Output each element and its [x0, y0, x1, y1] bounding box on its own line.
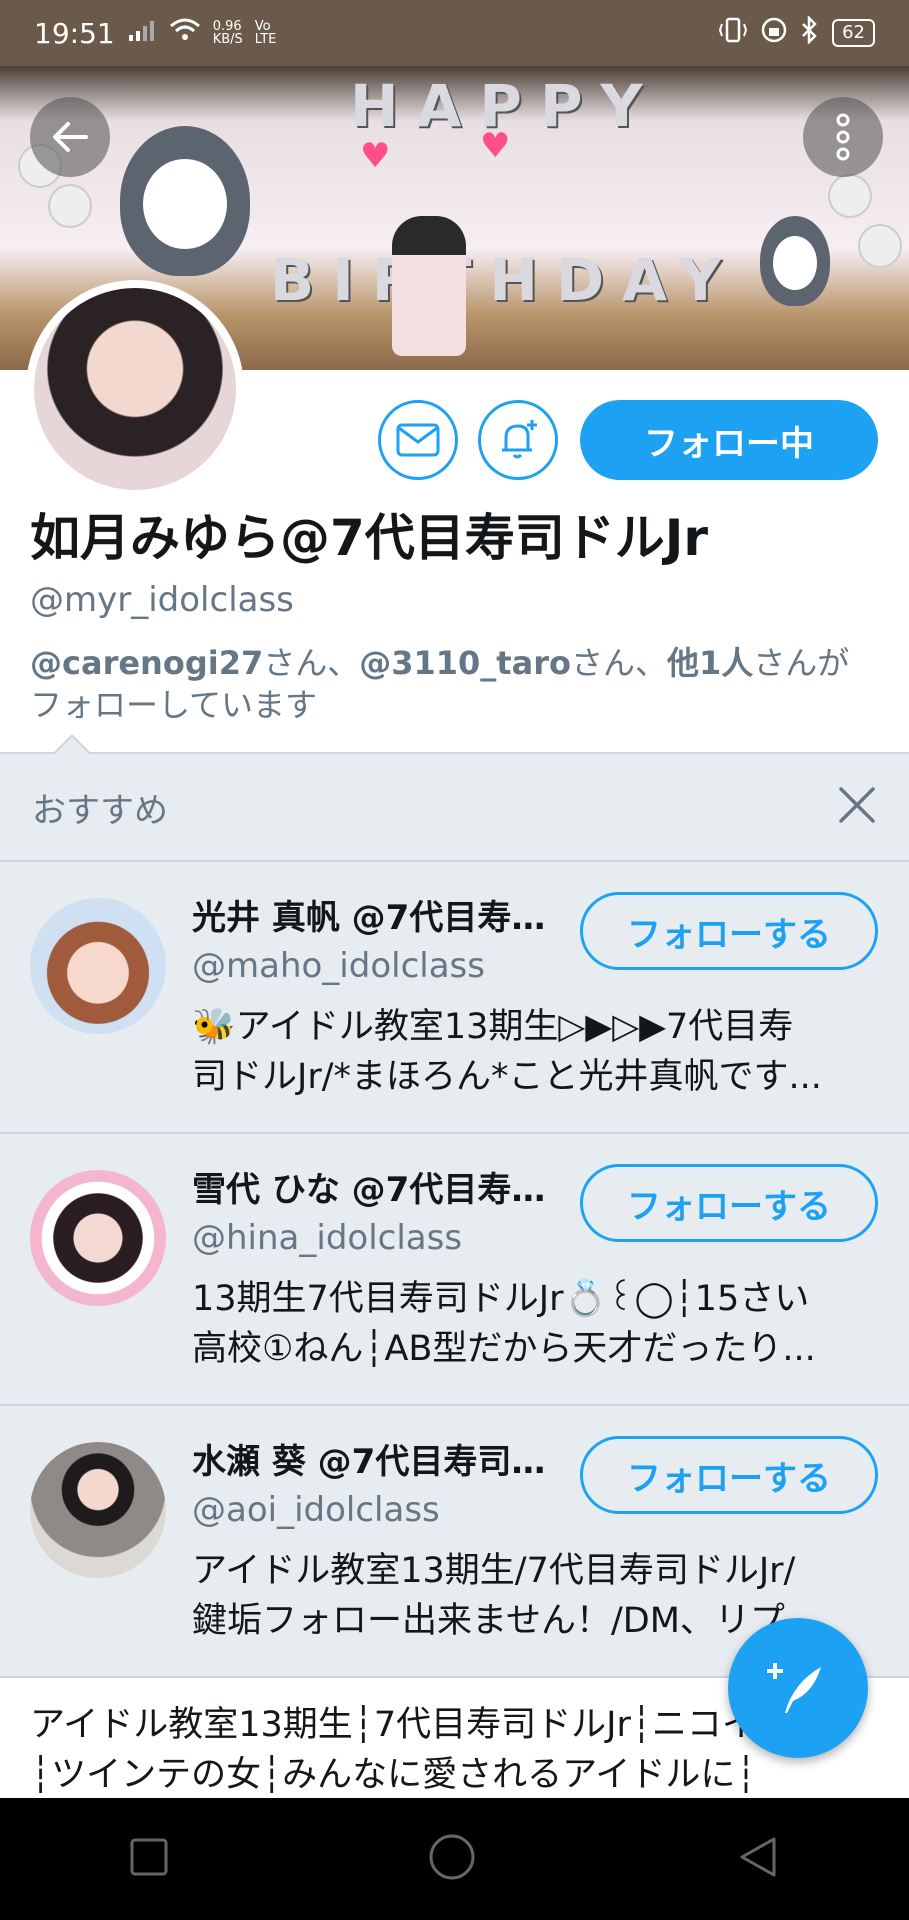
- home-button[interactable]: [427, 1832, 477, 1886]
- close-icon: [839, 787, 875, 823]
- profile-handle: @myr_idolclass: [30, 580, 294, 620]
- followed-by-user2[interactable]: @3110_taro: [359, 644, 571, 682]
- android-nav-bar: [0, 1798, 909, 1920]
- banner-person: [392, 216, 466, 356]
- follow-button[interactable]: フォローする: [580, 892, 878, 970]
- rec-header: おすすめ: [0, 754, 909, 862]
- more-options-button[interactable]: [803, 97, 883, 177]
- rec-name[interactable]: 雪代 ひな @7代目寿司ドルJr: [192, 1162, 562, 1211]
- follow-button[interactable]: フォローする: [580, 1436, 878, 1514]
- rec-bio: 🐝アイドル教室13期生▷▶▷▶7代目寿 司ドルJr/*まほろん*こと光井真帆です…: [192, 1007, 822, 1097]
- more-vertical-icon: [836, 113, 850, 161]
- balloon-decoration: [860, 226, 900, 266]
- balloon-decoration: [50, 186, 90, 226]
- back-arrow-icon: [53, 122, 88, 152]
- rec-caret: [52, 734, 92, 755]
- nav-back-button[interactable]: [736, 1835, 780, 1883]
- rec-item[interactable]: 光井 真帆 @7代目寿司ドルJr @maho_idolclass フォローする …: [0, 862, 909, 1134]
- notifications-button[interactable]: [478, 400, 558, 480]
- wifi-icon: [169, 17, 201, 50]
- rec-handle: @aoi_idolclass: [192, 1490, 440, 1530]
- mail-icon: [396, 423, 440, 457]
- followed-by-user1[interactable]: @carenogi27: [30, 644, 263, 682]
- triangle-back-icon: [740, 1837, 776, 1877]
- balloon-decoration: [830, 176, 870, 216]
- status-bar: 19:51 0.96 KB/S Vo LTE 62: [0, 0, 909, 66]
- bluetooth-icon: [800, 14, 820, 51]
- rec-bio: 13期生7代目寿司ドルJr💍꒰◯┆15さい 高校①ねん┆AB型だから天才だったり…: [192, 1279, 816, 1369]
- rec-name[interactable]: 水瀬 葵 @7代目寿司ドルJr: [192, 1434, 562, 1483]
- rec-avatar[interactable]: [30, 1442, 166, 1578]
- compose-feather-icon: [767, 1663, 821, 1713]
- back-button[interactable]: [30, 97, 110, 177]
- rec-item[interactable]: 雪代 ひな @7代目寿司ドルJr @hina_idolclass フォローする …: [0, 1134, 909, 1406]
- circle-icon: [429, 1834, 475, 1880]
- rec-avatar[interactable]: [30, 1170, 166, 1306]
- volte-indicator: Vo LTE: [254, 19, 277, 47]
- net-speed: 0.96 KB/S: [212, 19, 243, 47]
- penguin-decoration: [120, 126, 250, 276]
- compose-tweet-button[interactable]: [728, 1618, 868, 1758]
- rec-title: おすすめ: [32, 790, 168, 831]
- heart-decoration: ♥: [480, 126, 511, 166]
- rec-handle: @maho_idolclass: [192, 946, 485, 986]
- follow-button[interactable]: フォローする: [580, 1164, 878, 1242]
- status-time: 19:51: [34, 16, 115, 50]
- rec-handle: @hina_idolclass: [192, 1218, 463, 1258]
- bell-plus-icon: [502, 420, 537, 459]
- recommendations-panel: おすすめ 光井 真帆 @7代目寿司ドルJr @maho_idolclass フォ…: [0, 752, 909, 1678]
- close-recommendations-button[interactable]: [837, 785, 877, 829]
- banner-text-bottom: BIRTHDAY: [270, 246, 740, 314]
- signal-icon: [127, 17, 157, 50]
- message-button[interactable]: [378, 400, 458, 480]
- penguin-decoration: [760, 216, 830, 306]
- rec-name[interactable]: 光井 真帆 @7代目寿司ドルJr: [192, 890, 562, 939]
- square-icon: [130, 1838, 168, 1876]
- following-button[interactable]: フォロー中: [580, 400, 878, 480]
- followed-by-others[interactable]: 他1人: [667, 644, 753, 682]
- profile-avatar[interactable]: [26, 280, 244, 498]
- profile-name: 如月みゆら@7代目寿司ドルJr: [30, 509, 709, 567]
- battery-indicator: 62: [832, 19, 875, 47]
- followed-by-text[interactable]: @carenogi27さん、@3110_taroさん、他1人さんがフォローしてい…: [30, 642, 880, 726]
- recents-button[interactable]: [129, 1837, 169, 1881]
- lock-rotation-icon: [760, 16, 788, 51]
- avatar-image: [34, 288, 236, 490]
- heart-decoration: ♥: [360, 136, 391, 176]
- rec-avatar[interactable]: [30, 898, 166, 1034]
- vibrate-icon: [718, 16, 748, 51]
